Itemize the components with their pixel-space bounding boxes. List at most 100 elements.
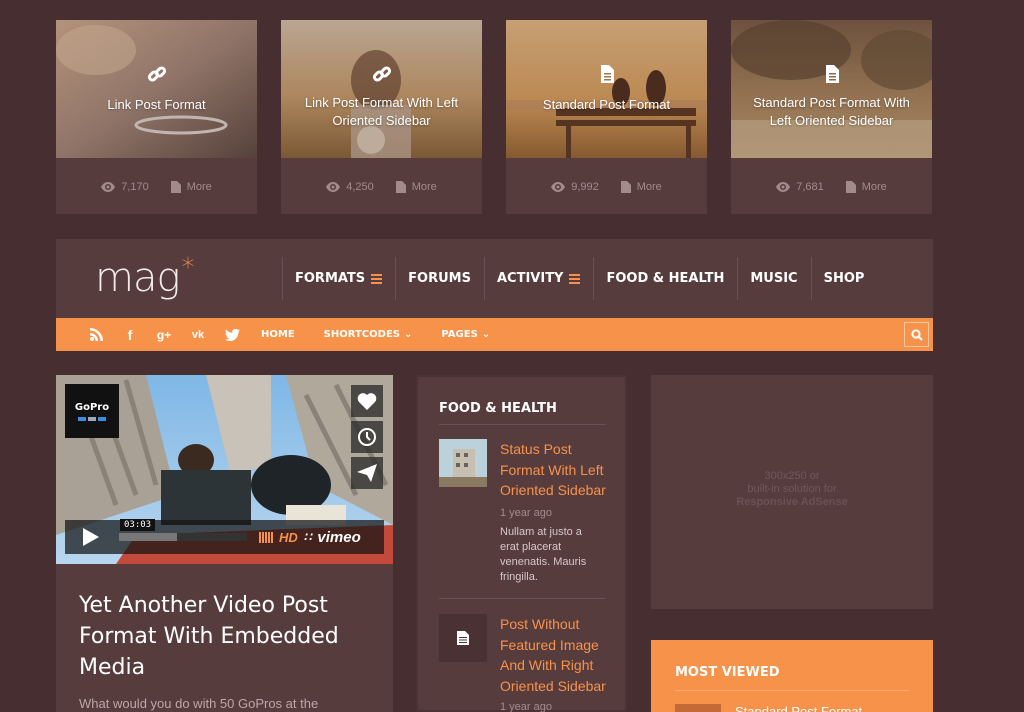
rss-icon[interactable] — [86, 325, 106, 345]
post-title[interactable]: Link Post Format — [66, 96, 247, 114]
post-title[interactable]: Status Post Format With Left Oriented Si… — [500, 439, 612, 501]
subnav-pages[interactable]: PAGES ⌄ — [441, 329, 490, 340]
post-title[interactable]: Standard Post Format — [735, 704, 862, 712]
fullscreen-icon[interactable]: ∷ — [304, 530, 312, 544]
more-link[interactable]: More — [620, 181, 662, 193]
send-icon — [357, 464, 377, 482]
post-excerpt: What would you do with 50 GoPros at the — [79, 696, 319, 711]
document-icon — [845, 181, 856, 193]
site-logo[interactable]: mag * — [95, 253, 194, 301]
post-thumbnail[interactable] — [439, 614, 487, 662]
video-branding: HD ∷ vimeo — [259, 529, 361, 546]
secondary-bar: f g+ vk HOME SHORTCODES ⌄ PAGES ⌄ — [56, 318, 933, 351]
document-icon — [825, 65, 839, 83]
post-meta: 7,170 More — [56, 178, 257, 196]
post-thumbnail[interactable] — [675, 704, 721, 712]
like-button[interactable] — [351, 385, 383, 417]
hd-toggle[interactable]: HD — [279, 530, 298, 545]
post-date: 1 year ago — [500, 701, 552, 712]
subnav-shortcodes[interactable]: SHORTCODES ⌄ — [324, 329, 413, 340]
gopro-logo: GoPro — [65, 384, 119, 438]
clock-icon — [358, 428, 376, 446]
nav-item-food-health[interactable]: FOOD & HEALTH — [593, 239, 737, 318]
main-nav: FORMATS FORUMS ACTIVITY FOOD & HEALTH MU… — [282, 239, 877, 318]
food-health-widget: FOOD & HEALTH Status Post Format With Le… — [416, 375, 627, 712]
nav-item-formats[interactable]: FORMATS — [282, 239, 395, 318]
post-title[interactable]: Standard Post Format With Left Oriented … — [741, 94, 922, 130]
ad-placeholder[interactable]: 300x250 or built-in solution for Respons… — [651, 375, 933, 609]
featured-posts: Link Post Format 7,170 More Link Post Fo… — [56, 20, 933, 214]
nav-item-activity[interactable]: ACTIVITY — [483, 239, 594, 318]
document-icon — [457, 631, 469, 645]
post-meta: 7,681 More — [731, 178, 932, 196]
nav-item-forums[interactable]: FORUMS — [395, 239, 484, 318]
post-card[interactable]: Standard Post Format With Left Oriented … — [731, 20, 932, 214]
post-title[interactable]: Yet Another Video Post Format With Embed… — [79, 590, 369, 683]
view-count: 4,250 — [326, 181, 374, 193]
view-count: 7,170 — [101, 181, 149, 193]
vimeo-logo[interactable]: vimeo — [317, 529, 360, 546]
search-button[interactable] — [904, 322, 929, 347]
post-thumbnail[interactable] — [439, 439, 487, 487]
video-post-body: Yet Another Video Post Format With Embed… — [56, 564, 393, 712]
menu-icon — [371, 272, 383, 286]
document-icon — [600, 65, 614, 83]
eye-icon — [551, 182, 566, 192]
progress-bar[interactable] — [119, 533, 247, 541]
post-card[interactable]: Link Post Format 7,170 More — [56, 20, 257, 214]
play-icon — [83, 528, 99, 546]
more-link[interactable]: More — [395, 181, 437, 193]
facebook-icon[interactable]: f — [120, 325, 140, 345]
nav-item-music[interactable]: MUSIC — [737, 239, 810, 318]
post-title[interactable]: Post Without Featured Image And With Rig… — [500, 614, 612, 696]
more-link[interactable]: More — [845, 181, 887, 193]
document-icon — [395, 181, 406, 193]
post-thumbnail[interactable] — [731, 20, 932, 158]
video-controls: HD ∷ vimeo — [65, 520, 384, 554]
ad-text: 300x250 or built-in solution for Respons… — [736, 470, 848, 508]
volume-icon[interactable] — [259, 531, 273, 543]
chevron-down-icon: ⌄ — [403, 329, 413, 340]
link-icon — [372, 66, 391, 82]
most-viewed-widget: MOST VIEWED Standard Post Format — [651, 640, 933, 712]
subnav-home[interactable]: HOME — [261, 329, 295, 340]
heart-icon — [357, 393, 377, 410]
share-button[interactable] — [351, 457, 383, 489]
eye-icon — [326, 182, 341, 192]
document-icon — [170, 181, 181, 193]
post-title[interactable]: Link Post Format With Left Oriented Side… — [291, 94, 472, 130]
view-count: 7,681 — [776, 181, 824, 193]
view-count: 9,992 — [551, 181, 599, 193]
more-link[interactable]: More — [170, 181, 212, 193]
twitter-icon[interactable] — [222, 325, 242, 345]
post-card[interactable]: Standard Post Format 9,992 More — [506, 20, 707, 214]
google-plus-icon[interactable]: g+ — [154, 325, 174, 345]
post-title[interactable]: Standard Post Format — [516, 96, 697, 114]
nav-item-shop[interactable]: SHOP — [810, 239, 878, 318]
post-meta: 9,992 More — [506, 178, 707, 196]
post-thumbnail[interactable] — [506, 20, 707, 158]
widget-heading: MOST VIEWED — [675, 665, 780, 680]
search-icon — [910, 328, 923, 341]
secondary-nav: HOME SHORTCODES ⌄ PAGES ⌄ — [261, 318, 490, 351]
video-embed[interactable]: GoPro HD ∷ vimeo 03:03 — [56, 375, 393, 564]
document-icon — [620, 181, 631, 193]
eye-icon — [101, 182, 116, 192]
post-meta: 4,250 More — [281, 178, 482, 196]
video-timecode: 03:03 — [120, 519, 156, 531]
post-card[interactable]: Link Post Format With Left Oriented Side… — [281, 20, 482, 214]
watch-later-button[interactable] — [351, 421, 383, 453]
chevron-down-icon: ⌄ — [481, 329, 491, 340]
eye-icon — [776, 182, 791, 192]
link-icon — [147, 66, 166, 82]
social-links: f g+ vk — [86, 318, 242, 351]
vk-icon[interactable]: vk — [188, 325, 208, 345]
divider — [675, 690, 909, 691]
divider — [439, 424, 605, 425]
post-thumbnail[interactable] — [56, 20, 257, 158]
site-header: mag * FORMATS FORUMS ACTIVITY FOOD & HEAL… — [56, 239, 933, 318]
play-button[interactable] — [65, 520, 117, 554]
widget-heading: FOOD & HEALTH — [439, 401, 557, 416]
post-thumbnail[interactable] — [281, 20, 482, 158]
post-date: 1 year ago — [500, 507, 552, 519]
